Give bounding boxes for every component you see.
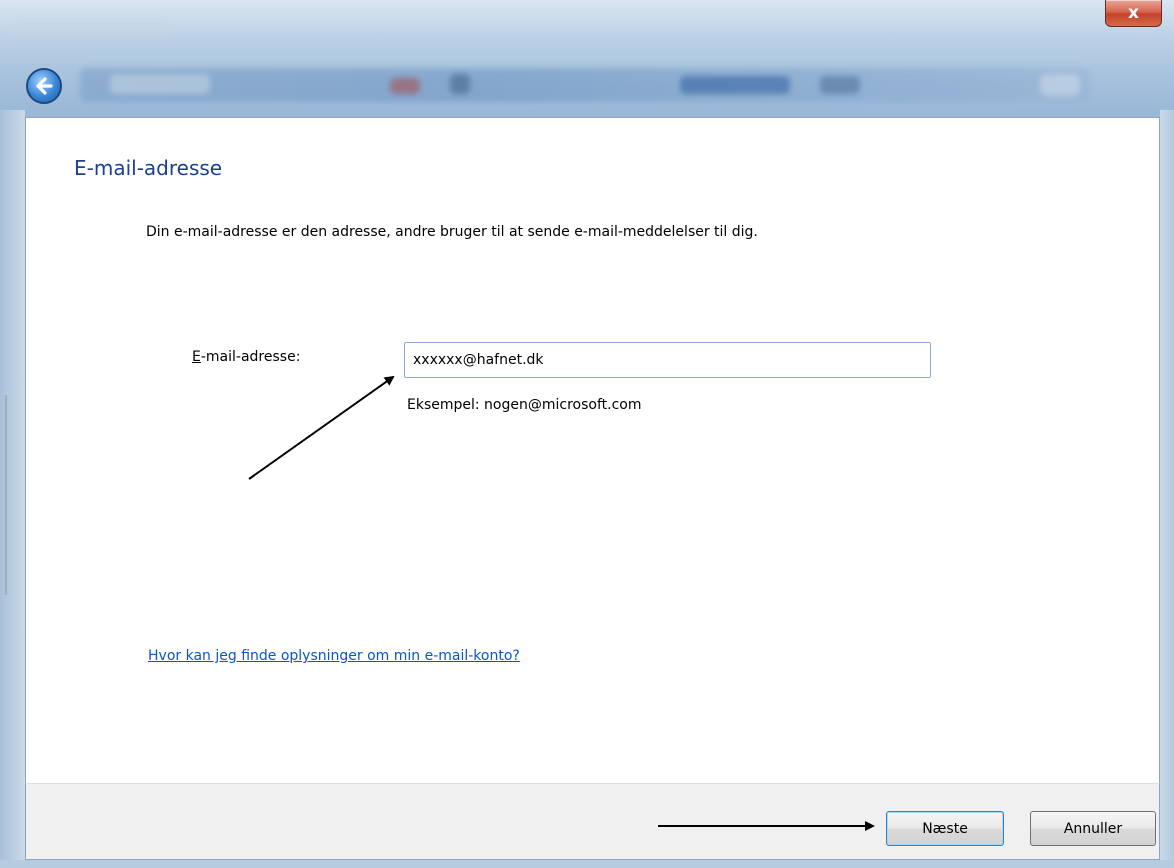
wizard-button-bar: Næste Annuller xyxy=(25,783,1160,860)
back-button[interactable] xyxy=(26,68,62,104)
next-button[interactable]: Næste xyxy=(886,811,1004,846)
blurred-background-item xyxy=(820,76,860,94)
wizard-content-panel: E-mail-adresse Din e-mail-adresse er den… xyxy=(25,117,1160,783)
window-frame-right xyxy=(1160,110,1174,868)
blurred-background-item xyxy=(450,74,470,94)
email-label-mnemonic: E xyxy=(192,349,201,365)
setup-wizard-window: x E-mail-adresse Din e-mail-adresse er d… xyxy=(0,0,1174,868)
blurred-background-item xyxy=(680,76,790,94)
window-frame-left xyxy=(0,110,25,868)
close-button[interactable]: x xyxy=(1105,0,1162,27)
back-arrow-icon xyxy=(36,77,53,95)
email-example-hint: Eksempel: nogen@microsoft.com xyxy=(407,397,642,413)
cancel-button[interactable]: Annuller xyxy=(1030,811,1156,846)
email-field-label: E-mail-adresse: xyxy=(192,349,300,365)
window-title-bar xyxy=(0,0,1174,120)
page-description: Din e-mail-adresse er den adresse, andre… xyxy=(146,224,758,240)
blurred-background-item xyxy=(1040,74,1080,96)
blurred-background-window xyxy=(80,68,1090,102)
close-icon: x xyxy=(1128,3,1139,23)
window-frame-bottom xyxy=(0,860,1174,868)
page-title: E-mail-adresse xyxy=(74,156,223,180)
email-account-help-link[interactable]: Hvor kan jeg finde oplysninger om min e-… xyxy=(148,648,520,664)
blurred-background-item xyxy=(110,74,210,94)
email-field[interactable] xyxy=(404,342,931,378)
email-label-text: -mail-adresse: xyxy=(200,349,301,365)
blurred-background-item xyxy=(390,78,420,94)
window-frame-detail xyxy=(5,395,7,595)
blurred-title-text xyxy=(10,20,170,34)
